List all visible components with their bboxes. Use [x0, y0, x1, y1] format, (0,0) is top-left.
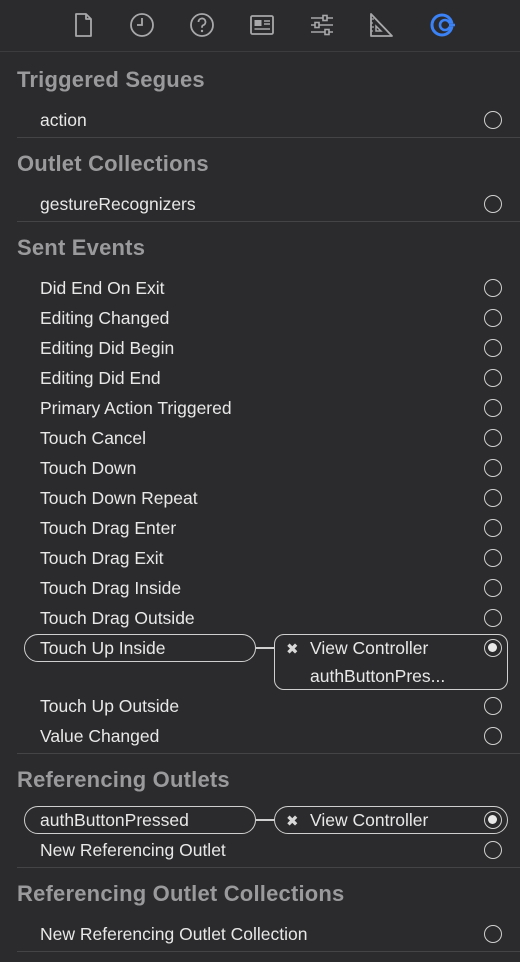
new-referencing-outlet-label: New Referencing Outlet: [40, 840, 226, 860]
connection-circle[interactable]: [484, 489, 502, 507]
divider: [17, 753, 520, 754]
outlet-target-label: View Controller: [310, 810, 429, 830]
connection-circle[interactable]: [484, 309, 502, 327]
event-label: Value Changed: [40, 726, 160, 746]
divider: [17, 867, 520, 868]
outlet-collection-label: gestureRecognizers: [40, 194, 196, 214]
event-label: Touch Up Outside: [40, 696, 180, 716]
remove-connection-icon[interactable]: ✖: [286, 812, 299, 830]
connection-circle[interactable]: [484, 697, 502, 715]
event-label: Editing Changed: [40, 308, 170, 328]
section-title-triggered-segues: Triggered Segues: [17, 67, 205, 92]
connection-line: [256, 819, 275, 821]
connection-target-box[interactable]: ✖ View Controller authButtonPres...: [274, 634, 508, 690]
connection-circle[interactable]: [484, 459, 502, 477]
divider: [17, 221, 520, 222]
segue-action-label: action: [40, 110, 87, 130]
section-title-referencing-outlets: Referencing Outlets: [17, 767, 230, 792]
event-label: Touch Drag Enter: [40, 518, 177, 538]
inspector-toolbar: [0, 0, 520, 52]
section-title-sent-events: Sent Events: [17, 235, 146, 260]
connection-circle[interactable]: [484, 279, 502, 297]
connection-circle[interactable]: [484, 841, 502, 859]
section-title-outlet-collections: Outlet Collections: [17, 151, 209, 176]
connection-circle[interactable]: [484, 399, 502, 417]
connection-circle[interactable]: [484, 195, 502, 213]
connected-outlet-label: authButtonPressed: [40, 810, 189, 830]
connected-event-label: Touch Up Inside: [40, 638, 166, 658]
event-label: Editing Did End: [40, 368, 161, 388]
event-label: Touch Drag Exit: [40, 548, 164, 568]
connection-circle[interactable]: [484, 339, 502, 357]
size-inspector-icon[interactable]: [366, 10, 396, 40]
connected-outlet-pill[interactable]: authButtonPressed: [24, 806, 256, 834]
connections-inspector-icon[interactable]: [427, 10, 457, 40]
connection-circle[interactable]: [484, 519, 502, 537]
new-referencing-outlet-collection-label: New Referencing Outlet Collection: [40, 924, 308, 944]
help-icon[interactable]: [187, 10, 217, 40]
divider: [17, 137, 520, 138]
section-title-referencing-outlet-collections: Referencing Outlet Collections: [17, 881, 345, 906]
connection-action-label: authButtonPres...: [310, 666, 446, 686]
connected-event-pill[interactable]: Touch Up Inside: [24, 634, 256, 662]
connection-circle[interactable]: [484, 727, 502, 745]
connection-circle[interactable]: [484, 925, 502, 943]
connected-circle[interactable]: [484, 639, 502, 657]
remove-connection-icon[interactable]: ✖: [286, 640, 299, 658]
event-label: Touch Down Repeat: [40, 488, 198, 508]
divider: [17, 951, 520, 952]
file-icon[interactable]: [68, 10, 98, 40]
connection-target-label: View Controller: [310, 638, 429, 658]
event-label: Touch Down: [40, 458, 137, 478]
connection-circle[interactable]: [484, 579, 502, 597]
connection-circle[interactable]: [484, 609, 502, 627]
event-label: Touch Drag Inside: [40, 578, 182, 598]
event-label: Editing Did Begin: [40, 338, 175, 358]
attributes-inspector-icon[interactable]: [307, 10, 337, 40]
connection-circle[interactable]: [484, 429, 502, 447]
outlet-target-pill[interactable]: ✖ View Controller: [274, 806, 508, 834]
history-icon[interactable]: [127, 10, 157, 40]
event-label: Touch Drag Outside: [40, 608, 195, 628]
event-label: Primary Action Triggered: [40, 398, 232, 418]
connection-circle[interactable]: [484, 549, 502, 567]
connection-line: [256, 647, 275, 649]
event-label: Touch Cancel: [40, 428, 147, 448]
event-label: Did End On Exit: [40, 278, 165, 298]
connected-circle[interactable]: [484, 811, 502, 829]
identity-inspector-icon[interactable]: [247, 10, 277, 40]
connection-circle[interactable]: [484, 369, 502, 387]
connection-circle[interactable]: [484, 111, 502, 129]
